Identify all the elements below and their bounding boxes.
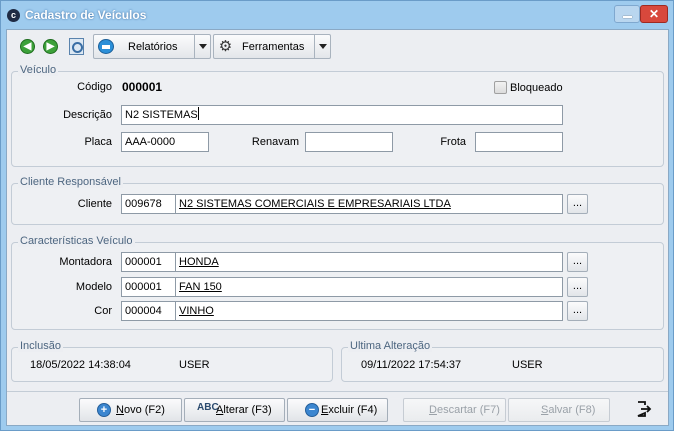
montadora-code: 000001 [125, 256, 162, 268]
cor-label: Cor [94, 305, 112, 317]
montadora-name: HONDA [179, 256, 219, 268]
renavam-input[interactable] [305, 132, 393, 152]
alterar-label-rest: lterar (F3) [223, 404, 272, 416]
plus-icon: + [97, 403, 111, 417]
caracteristicas-group: Características Veículo Montadora 000001… [11, 235, 664, 330]
window-title: Cadastro de Veículos [25, 8, 147, 22]
bloqueado-checkbox[interactable] [494, 81, 507, 94]
modelo-name-input[interactable]: FAN 150 [175, 277, 563, 297]
alteracao-datetime: 09/11/2022 17:54:37 [361, 359, 462, 371]
novo-label: Novo (F2) [116, 404, 165, 416]
cor-code: 000004 [125, 305, 162, 317]
chevron-down-icon[interactable] [314, 35, 330, 58]
montadora-lookup-button[interactable]: ... [567, 252, 588, 272]
salvar-button[interactable]: Salvar (F8) [508, 398, 610, 422]
ferramentas-dropdown[interactable]: ⚙ Ferramentas [213, 34, 331, 59]
cliente-code-input[interactable]: 009678 [121, 194, 176, 214]
descartar-button[interactable]: Descartar (F7) [403, 398, 506, 422]
inclusao-datetime: 18/05/2022 14:38:04 [30, 359, 131, 371]
close-button[interactable]: ✕ [640, 5, 668, 23]
novo-button[interactable]: + Novo (F2) [79, 398, 182, 422]
placa-label: Placa [84, 136, 112, 148]
inclusao-user: USER [179, 359, 210, 371]
title-bar[interactable]: c Cadastro de Veículos ✕ [1, 1, 673, 29]
minimize-button[interactable] [614, 5, 640, 23]
modelo-name: FAN 150 [179, 281, 222, 293]
placa-input[interactable]: AAA-0000 [121, 132, 209, 152]
modelo-label: Modelo [75, 281, 112, 293]
alteracao-group: Ultima Alteração 09/11/2022 17:54:37 USE… [341, 340, 664, 382]
ferramentas-label: Ferramentas [242, 41, 305, 53]
renavam-label: Renavam [251, 136, 299, 148]
relatorios-dropdown[interactable]: Relatórios [93, 34, 211, 59]
cliente-group: Cliente Responsável Cliente 009678 N2 SI… [11, 176, 664, 225]
report-icon [98, 39, 114, 54]
cor-code-input[interactable]: 000004 [121, 301, 176, 321]
excluir-label: Excluir (F4) [321, 404, 377, 416]
app-icon: c [7, 9, 20, 22]
descricao-label: Descrição [63, 109, 112, 121]
exit-icon[interactable] [636, 401, 652, 417]
descricao-input[interactable]: N2 SISTEMAS [121, 105, 563, 125]
modelo-lookup-button[interactable]: ... [567, 277, 588, 297]
cliente-name: N2 SISTEMAS COMERCIAIS E EMPRESARIAIS LT… [179, 198, 451, 210]
descartar-label: Descartar (F7) [429, 404, 500, 416]
frota-input[interactable] [475, 132, 563, 152]
alterar-label: Alterar (F3) [216, 404, 272, 416]
alteracao-group-title: Ultima Alteração [348, 340, 433, 352]
text-caret [197, 107, 199, 120]
frota-label: Frota [440, 136, 466, 148]
descartar-mnemonic: D [429, 404, 437, 416]
cliente-group-title: Cliente Responsável [18, 176, 123, 188]
excluir-button[interactable]: − Excluir (F4) [287, 398, 388, 422]
caracteristicas-group-title: Características Veículo [18, 235, 135, 247]
montadora-label: Montadora [59, 256, 112, 268]
cor-name: VINHO [179, 305, 214, 317]
novo-label-rest: ovo (F2) [123, 404, 165, 416]
modelo-code-input[interactable]: 000001 [121, 277, 176, 297]
inclusao-group: Inclusão 18/05/2022 14:38:04 USER [11, 340, 333, 382]
cliente-label: Cliente [77, 198, 112, 210]
cor-name-input[interactable]: VINHO [175, 301, 563, 321]
cor-lookup-button[interactable]: ... [567, 301, 588, 321]
veiculo-group: Veículo Código 000001 Bloqueado Descriçã… [11, 64, 664, 167]
veiculo-group-title: Veículo [18, 64, 59, 76]
placa-value: AAA-0000 [125, 136, 176, 148]
form-body: ◀ ▶ Relatórios ⚙ Ferramentas Veículo Cód… [6, 29, 669, 426]
action-bar: + Novo (F2) ABC Alterar (F3) − Excluir (… [7, 391, 668, 425]
alteracao-user: USER [512, 359, 543, 371]
montadora-code-input[interactable]: 000001 [121, 252, 176, 272]
descricao-value: N2 SISTEMAS [125, 109, 198, 121]
next-record-icon[interactable]: ▶ [43, 39, 58, 54]
codigo-label: Código [77, 81, 112, 93]
previous-record-icon[interactable]: ◀ [20, 39, 35, 54]
montadora-name-input[interactable]: HONDA [175, 252, 563, 272]
inclusao-group-title: Inclusão [18, 340, 63, 352]
minus-icon: − [305, 403, 319, 417]
bloqueado-label: Bloqueado [510, 82, 563, 94]
excluir-label-rest: xcluir (F4) [328, 404, 378, 416]
gear-icon: ⚙ [218, 38, 233, 55]
cliente-code: 009678 [125, 198, 162, 210]
codigo-value: 000001 [122, 80, 163, 94]
chevron-down-icon[interactable] [194, 35, 210, 58]
salvar-label-rest: alvar (F8) [548, 404, 596, 416]
modelo-code: 000001 [125, 281, 162, 293]
cliente-name-input[interactable]: N2 SISTEMAS COMERCIAIS E EMPRESARIAIS LT… [175, 194, 563, 214]
alterar-button[interactable]: ABC Alterar (F3) [184, 398, 285, 422]
toolbar: ◀ ▶ Relatórios ⚙ Ferramentas [7, 30, 668, 63]
search-icon[interactable] [69, 38, 84, 55]
relatorios-label: Relatórios [128, 41, 178, 53]
novo-mnemonic: N [116, 404, 124, 416]
cliente-lookup-button[interactable]: ... [567, 194, 588, 214]
descartar-label-rest: escartar (F7) [436, 404, 500, 416]
window: c Cadastro de Veículos ✕ ◀ ▶ Relatórios … [0, 0, 674, 431]
salvar-label: Salvar (F8) [541, 404, 595, 416]
